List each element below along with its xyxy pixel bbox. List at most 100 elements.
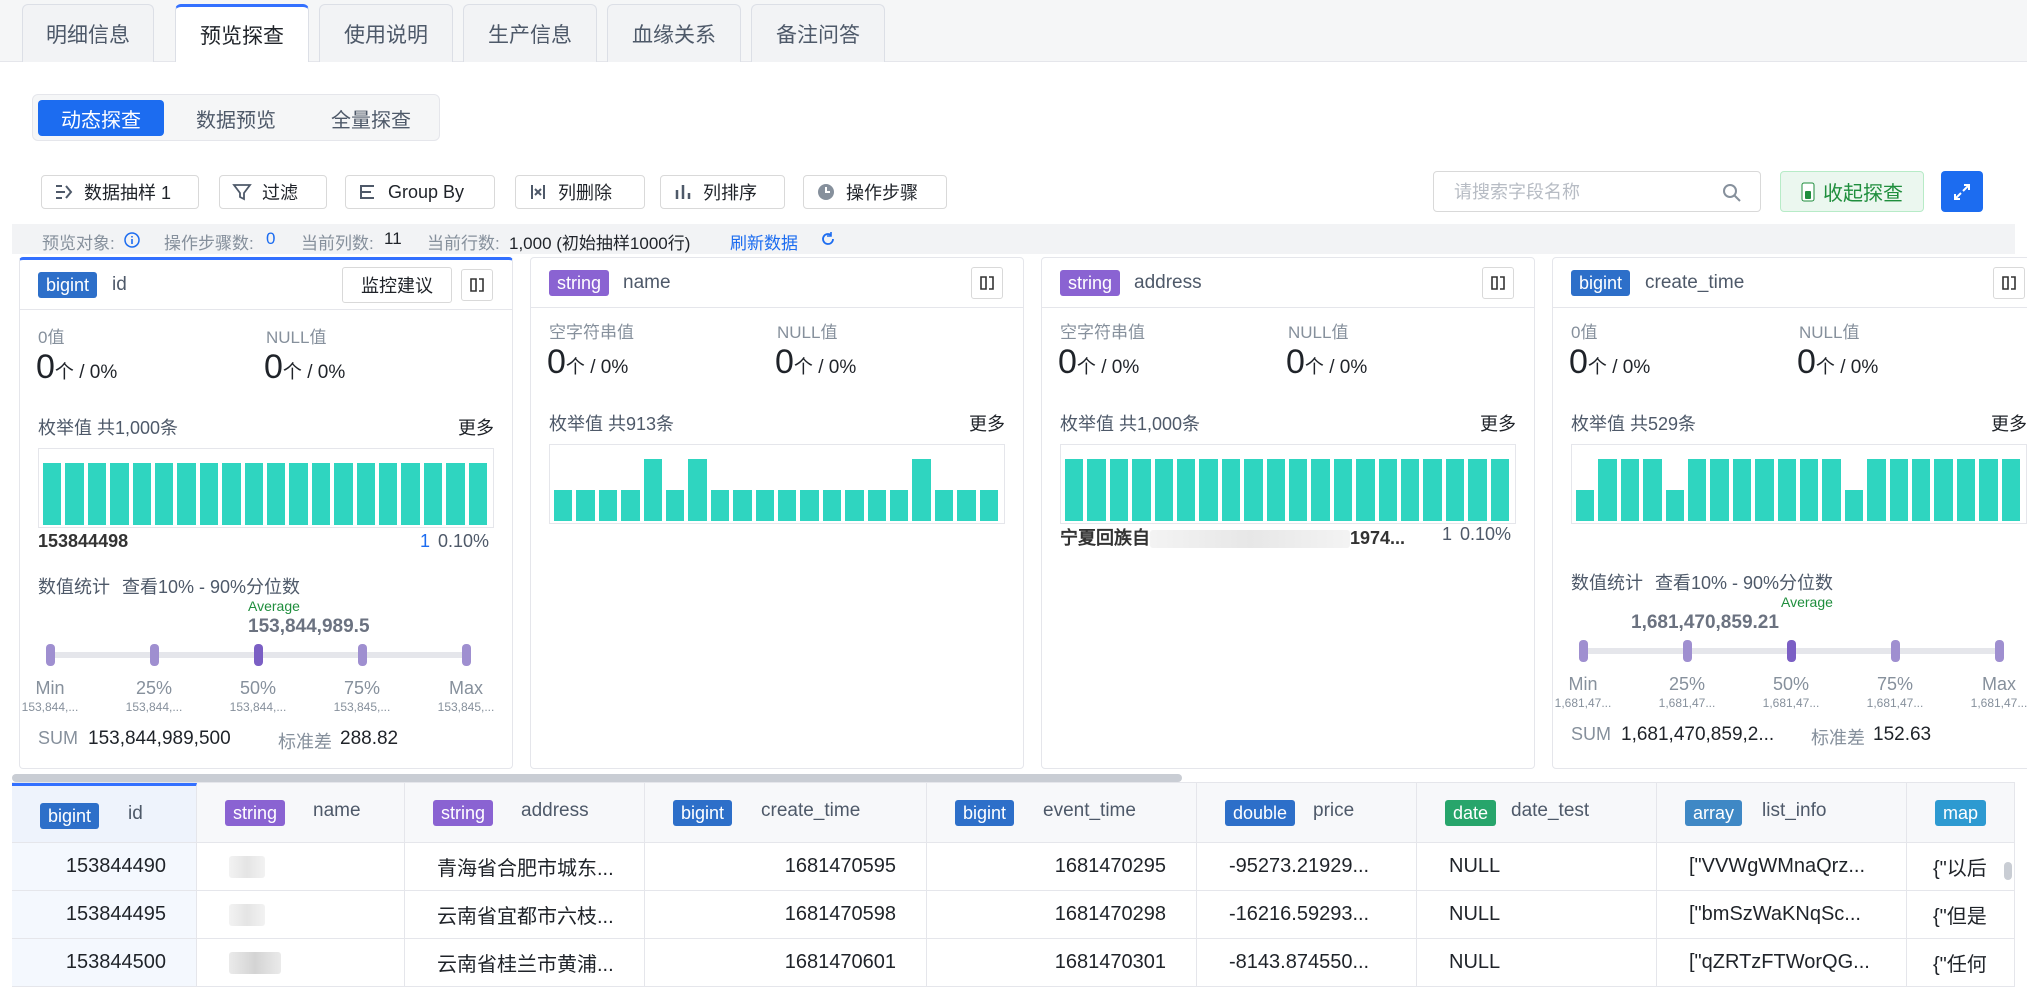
table-cell-date-test[interactable]: NULL [1417, 843, 1657, 891]
column-toggle-button[interactable] [461, 269, 493, 301]
percentile-link[interactable]: 查看10% - 90%分位数 [1655, 569, 1833, 595]
table-cell-price[interactable]: -16216.59293... [1197, 891, 1417, 939]
cards-horizontal-scrollbar[interactable] [12, 774, 1182, 782]
table-cell-date-test[interactable]: NULL [1417, 939, 1657, 987]
more-link[interactable]: 更多 [969, 410, 1005, 436]
column-header[interactable]: array list_info [1657, 783, 1907, 843]
table-cell-id[interactable]: 153844490 [12, 843, 197, 891]
table-cell-date-test[interactable]: NULL [1417, 891, 1657, 939]
sample-button[interactable]: 数据抽样 1 [41, 175, 199, 209]
enum-histogram [549, 444, 1005, 524]
column-toggle-button[interactable] [1993, 267, 2025, 299]
search-icon[interactable] [1722, 183, 1742, 203]
column-toggle-button[interactable] [971, 267, 1003, 299]
column-card-id[interactable]: bigint id 监控建议 0值 0个 / 0% NULL值 0个 / 0% … [19, 257, 513, 769]
steps-button[interactable]: 操作步骤 [803, 175, 947, 209]
monitor-suggest-button[interactable]: 监控建议 [342, 267, 452, 303]
table-cell-map[interactable]: {"任何 [1907, 939, 2015, 987]
table-cell-map[interactable]: {"以后 [1907, 843, 2015, 891]
histogram-bar [554, 490, 573, 521]
column-toggle-button[interactable] [1482, 267, 1514, 299]
table-cell-event-time[interactable]: 1681470301 [927, 939, 1197, 987]
table-cell-list-info[interactable]: ["VVWgWMnaQrz... [1657, 843, 1907, 891]
more-link[interactable]: 更多 [1991, 410, 2027, 436]
table-cell-create-time[interactable]: 1681470601 [645, 939, 927, 987]
field-search-box [1433, 171, 1761, 212]
sort-column-button[interactable]: 列排序 [660, 175, 785, 209]
column-header[interactable]: date date_test [1417, 783, 1657, 843]
table-cell-event-time[interactable]: 1681470298 [927, 891, 1197, 939]
tab-detail-info[interactable]: 明细信息 [22, 4, 154, 62]
histogram-bar [822, 490, 842, 521]
histogram-bar [1423, 459, 1442, 521]
quantile-value: 1,681,47... [1970, 696, 2027, 710]
info-icon[interactable] [124, 232, 140, 248]
field-search-input[interactable] [1452, 180, 1712, 204]
sort-column-label: 列排序 [703, 183, 757, 203]
column-card-name[interactable]: string name 空字符串值 0个 / 0% NULL值 0个 / 0% … [530, 257, 1024, 769]
column-header[interactable]: double price [1197, 783, 1417, 843]
subtab-dynamic-explore[interactable]: 动态探查 [38, 100, 164, 136]
column-card-create-time[interactable]: bigint create_time 0值 0个 / 0% NULL值 0个 /… [1552, 257, 2027, 769]
more-link[interactable]: 更多 [1480, 410, 1516, 436]
null-value-label: NULL值 [266, 328, 327, 347]
average-label: Average [1781, 594, 1833, 610]
histogram-bar [1643, 459, 1662, 521]
histogram-bar [957, 490, 976, 521]
tab-production-info[interactable]: 生产信息 [463, 4, 597, 62]
fullscreen-button[interactable] [1941, 171, 1983, 212]
column-header[interactable]: map [1907, 783, 2015, 843]
zero-value-count: 0 [1569, 343, 1588, 381]
table-cell-id[interactable]: 153844495 [12, 891, 197, 939]
histogram-bar [621, 490, 640, 521]
filter-button[interactable]: 过滤 [219, 175, 327, 209]
table-cell-list-info[interactable]: ["qZRTzFTWorQG... [1657, 939, 1907, 987]
table-cell-price[interactable]: -8143.874550... [1197, 939, 1417, 987]
target-label: 预览对象: [42, 234, 115, 253]
table-cell-create-time[interactable]: 1681470598 [645, 891, 927, 939]
collapse-explore-button[interactable]: 收起探查 [1780, 171, 1924, 212]
column-header[interactable]: string name [197, 783, 405, 843]
table-cell-list-info[interactable]: ["bmSzWaKNqSc... [1657, 891, 1907, 939]
table-cell-price[interactable]: -95273.21929... [1197, 843, 1417, 891]
column-header[interactable]: bigint create_time [645, 783, 927, 843]
table-cell-name[interactable] [197, 891, 405, 939]
column-header[interactable]: string address [405, 783, 645, 843]
histogram-bar [755, 490, 774, 521]
top-enum-pct: 0.10% [1460, 524, 1512, 544]
table-cell-address[interactable]: 云南省宜都市六枝... [405, 891, 645, 939]
table-cell-name[interactable] [197, 843, 405, 891]
refresh-icon[interactable] [820, 231, 836, 247]
histogram-bar [1889, 459, 1908, 521]
table-cell-map[interactable]: {"但是 [1907, 891, 2015, 939]
refresh-data-link[interactable]: 刷新数据 [730, 229, 798, 254]
average-label: Average [248, 598, 300, 614]
table-cell-address[interactable]: 云南省桂兰市黄浦... [405, 939, 645, 987]
table-cell-event-time[interactable]: 1681470295 [927, 843, 1197, 891]
tab-usage[interactable]: 使用说明 [319, 4, 453, 62]
tab-preview-explore[interactable]: 预览探查 [175, 4, 309, 63]
table-cell-address[interactable]: 青海省合肥市城东... [405, 843, 645, 891]
quantile-value: 1,681,47... [1658, 696, 1716, 710]
percentile-link[interactable]: 查看10% - 90%分位数 [122, 573, 300, 599]
column-card-address[interactable]: string address 空字符串值 0个 / 0% NULL值 0个 / … [1041, 257, 1535, 769]
table-cell-id[interactable]: 153844500 [12, 939, 197, 987]
table-cell-create-time[interactable]: 1681470595 [645, 843, 927, 891]
delete-column-button[interactable]: 列删除 [515, 175, 645, 209]
empty-string-unit: 个 / 0% [1076, 357, 1140, 378]
histogram-bar [1822, 459, 1841, 521]
columns-icon [980, 276, 994, 290]
subtab-full-explore[interactable]: 全量探查 [308, 100, 434, 136]
tab-lineage[interactable]: 血缘关系 [607, 4, 741, 62]
tab-notes-qa[interactable]: 备注问答 [751, 4, 885, 62]
more-link[interactable]: 更多 [458, 414, 494, 440]
table-cell-name[interactable] [197, 939, 405, 987]
null-value-stat: 0个 / 0% [264, 348, 345, 387]
subtab-data-preview[interactable]: 数据预览 [173, 100, 299, 136]
group-by-button[interactable]: Group By [345, 175, 495, 209]
column-header[interactable]: bigint id [12, 783, 197, 843]
column-name: date_test [1511, 800, 1590, 821]
column-header[interactable]: bigint event_time [927, 783, 1197, 843]
table-vertical-scrollbar[interactable] [2004, 862, 2012, 880]
histogram-bar [132, 463, 151, 525]
